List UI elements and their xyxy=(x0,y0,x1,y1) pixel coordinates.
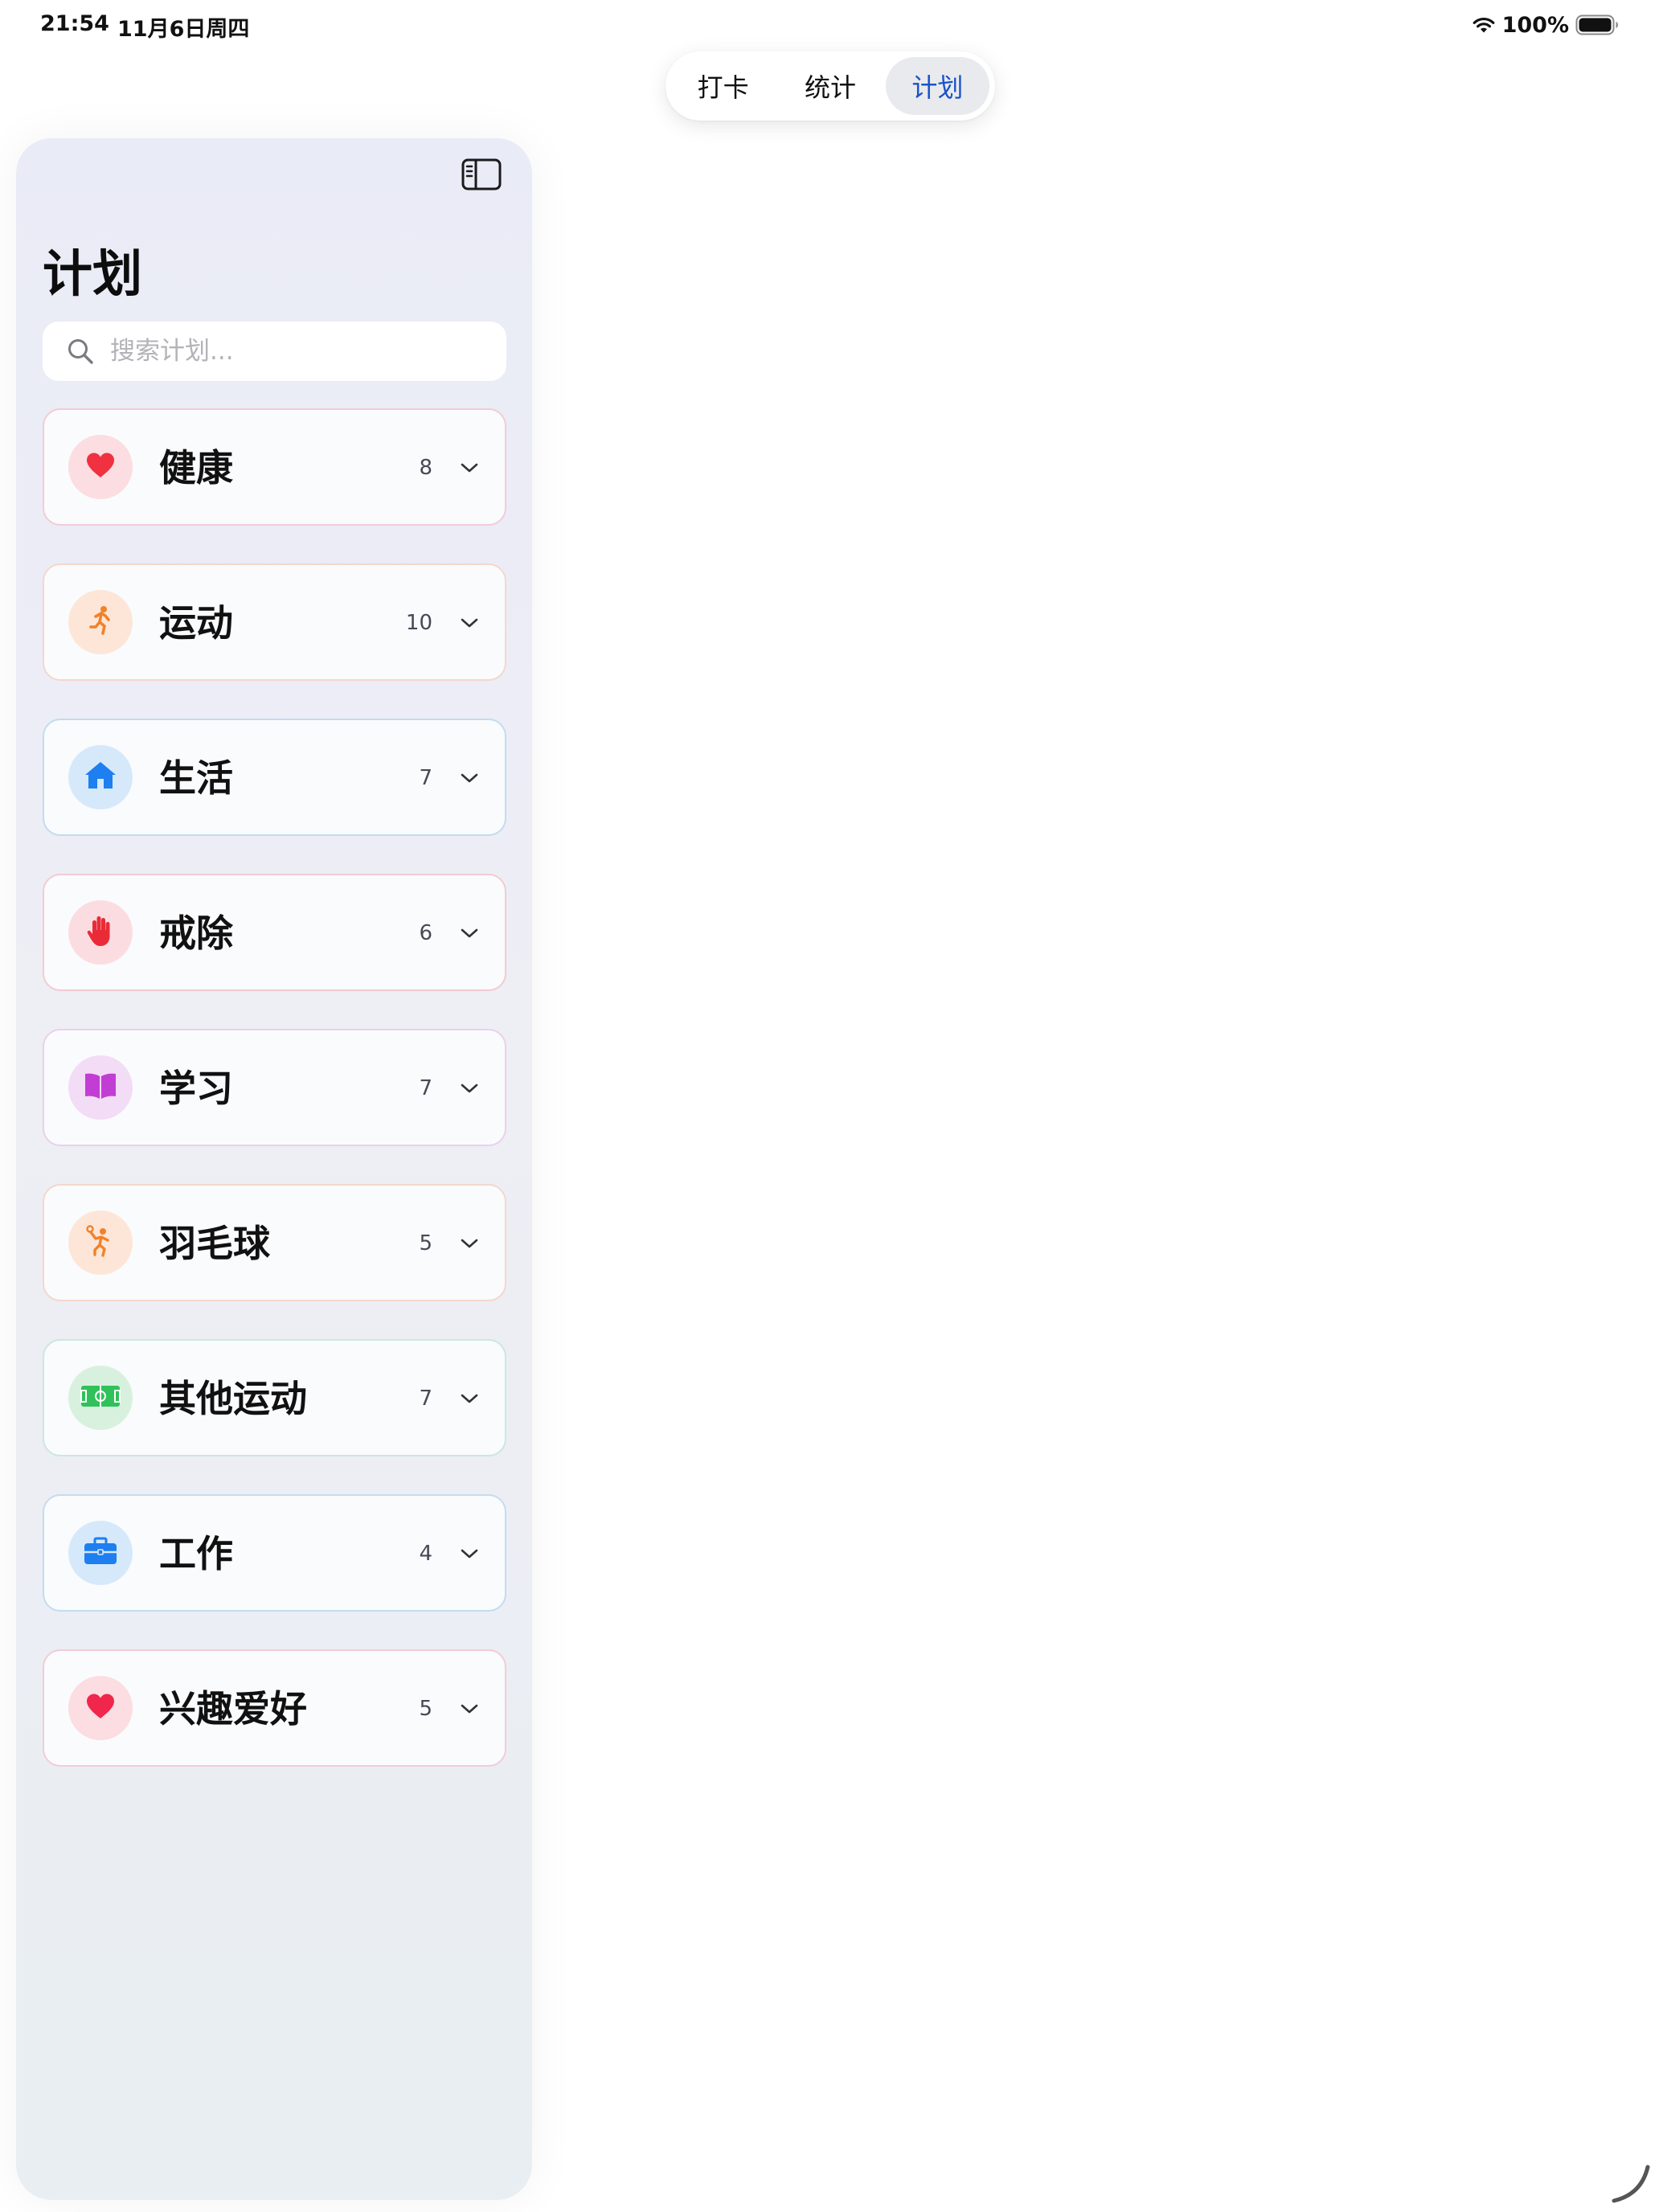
category-count: 7 xyxy=(419,1387,432,1411)
category-name: 工作 xyxy=(159,1532,233,1575)
heart-icon xyxy=(84,1690,117,1726)
category-icon-badge xyxy=(68,900,133,965)
category-name: 学习 xyxy=(159,1067,233,1110)
category-icon-badge xyxy=(68,1366,133,1430)
house-icon xyxy=(84,760,117,795)
category-item-sports[interactable]: 运动 10 xyxy=(43,563,506,681)
category-item-life[interactable]: 生活 7 xyxy=(43,719,506,836)
category-count: 5 xyxy=(419,1697,432,1721)
category-name: 运动 xyxy=(159,601,233,645)
status-bar: 21:54 11月6日周四 100% xyxy=(0,0,1659,51)
category-icon-badge xyxy=(68,745,133,809)
hand-raised-icon xyxy=(84,914,117,951)
chevron-down-icon[interactable] xyxy=(458,767,481,789)
category-icon-badge xyxy=(68,1055,133,1120)
category-item-other-sports[interactable]: 其他运动 7 xyxy=(43,1339,506,1456)
tab-statistics[interactable]: 统计 xyxy=(778,57,882,115)
category-name: 戒除 xyxy=(159,911,233,955)
battery-icon xyxy=(1575,14,1619,35)
status-indicators: 100% xyxy=(1472,11,1619,39)
chevron-down-icon[interactable] xyxy=(458,457,481,479)
category-count: 5 xyxy=(419,1231,432,1256)
category-list: 健康 8 运动 10 生活 7 戒除 6 学习 7 羽毛球 5 其他运动 7 工… xyxy=(43,408,506,1804)
running-icon xyxy=(84,604,117,640)
category-item-study[interactable]: 学习 7 xyxy=(43,1029,506,1146)
category-item-health[interactable]: 健康 8 xyxy=(43,408,506,526)
briefcase-icon xyxy=(83,1536,118,1570)
chevron-down-icon[interactable] xyxy=(458,922,481,944)
category-count: 7 xyxy=(419,766,432,790)
book-icon xyxy=(83,1071,118,1104)
chevron-down-icon[interactable] xyxy=(458,1542,481,1565)
badminton-icon xyxy=(84,1224,117,1261)
chevron-down-icon[interactable] xyxy=(458,1077,481,1100)
sidebar-toggle-button[interactable] xyxy=(458,156,505,196)
category-count: 10 xyxy=(405,611,432,635)
category-item-badminton[interactable]: 羽毛球 5 xyxy=(43,1184,506,1301)
category-name: 健康 xyxy=(159,446,233,490)
category-count: 6 xyxy=(419,921,432,945)
category-count: 7 xyxy=(419,1076,432,1100)
category-icon-badge xyxy=(68,1210,133,1275)
wifi-icon xyxy=(1472,16,1496,34)
chevron-down-icon[interactable] xyxy=(458,612,481,634)
category-item-hobbies[interactable]: 兴趣爱好 5 xyxy=(43,1649,506,1767)
page-title: 计划 xyxy=(43,244,143,303)
sidebar: 计划 健康 8 xyxy=(16,138,532,2200)
status-date: 11月6日周四 xyxy=(117,17,250,42)
top-tab-bar: 打卡 统计 计划 xyxy=(666,51,995,121)
search-icon xyxy=(67,338,94,365)
chevron-down-icon[interactable] xyxy=(458,1698,481,1720)
category-item-work[interactable]: 工作 4 xyxy=(43,1494,506,1612)
chevron-down-icon[interactable] xyxy=(458,1232,481,1255)
resize-handle[interactable] xyxy=(1609,2162,1653,2206)
category-icon-badge xyxy=(68,590,133,654)
category-count: 4 xyxy=(419,1542,432,1566)
category-count: 8 xyxy=(419,456,432,480)
status-time: 21:54 xyxy=(40,11,109,36)
battery-percentage: 100% xyxy=(1501,12,1569,38)
tab-plan[interactable]: 计划 xyxy=(885,57,989,115)
category-name: 其他运动 xyxy=(159,1377,307,1420)
soccer-field-icon xyxy=(80,1384,121,1411)
heart-icon xyxy=(84,449,117,485)
sidebar-toggle-icon xyxy=(461,158,502,194)
category-name: 兴趣爱好 xyxy=(159,1687,307,1731)
category-icon-badge xyxy=(68,1676,133,1740)
chevron-down-icon[interactable] xyxy=(458,1387,481,1410)
category-item-quit[interactable]: 戒除 6 xyxy=(43,874,506,991)
tab-checkin[interactable]: 打卡 xyxy=(671,57,775,115)
search-input[interactable] xyxy=(109,336,481,367)
category-icon-badge xyxy=(68,435,133,499)
category-name: 生活 xyxy=(159,756,233,800)
category-icon-badge xyxy=(68,1521,133,1585)
search-box[interactable] xyxy=(43,322,506,381)
category-name: 羽毛球 xyxy=(159,1222,270,1265)
